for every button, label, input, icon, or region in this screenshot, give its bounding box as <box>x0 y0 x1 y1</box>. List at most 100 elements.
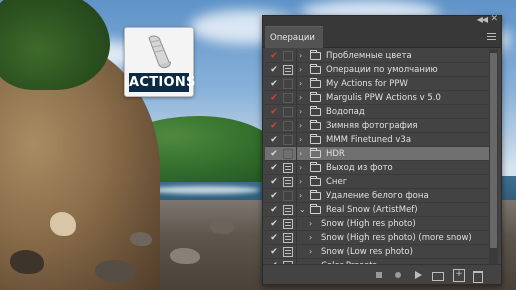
action-set-row[interactable]: ✔ › Водопад <box>265 105 489 119</box>
folder-icon <box>310 64 321 74</box>
toggle-check-icon[interactable]: ✔ <box>269 105 279 119</box>
trash-icon[interactable] <box>471 269 483 283</box>
collapse-icon[interactable]: ◀◀ <box>477 15 488 24</box>
chevron-right-icon[interactable]: › <box>299 49 302 63</box>
dialog-toggle-icon[interactable] <box>283 191 293 201</box>
folder-icon <box>310 134 321 144</box>
action-set-row[interactable]: ✔ › MMM Finetuned v3a <box>265 133 489 147</box>
scrollbar-thumb[interactable] <box>490 53 497 248</box>
action-row[interactable]: ✔ › Snow (High res photo) <box>265 217 489 231</box>
action-set-row[interactable]: ✔ › Зимняя фотография <box>265 119 489 133</box>
action-row[interactable]: ✔ › Snow (Low res photo) <box>265 245 489 259</box>
actions-icon-label: ACTIONS <box>129 73 196 92</box>
scrollbar[interactable] <box>489 49 498 264</box>
tab-actions[interactable]: Операции <box>265 26 323 48</box>
row-label: Snow (High res photo) <box>321 219 416 229</box>
action-set-row[interactable]: ✔ ⌄ Real Snow (ArtistMef) <box>265 203 489 217</box>
action-set-row[interactable]: ✔ › Margulis PPW Actions v 5.0 <box>265 91 489 105</box>
chevron-down-icon[interactable]: ⌄ <box>299 203 306 217</box>
dialog-toggle-icon[interactable] <box>283 219 293 229</box>
chevron-right-icon[interactable]: › <box>309 217 312 231</box>
record-icon[interactable] <box>392 269 404 281</box>
dialog-toggle-icon[interactable] <box>283 121 293 131</box>
dialog-toggle-icon[interactable] <box>283 135 293 145</box>
action-set-row[interactable]: ✔ › Операции по умолчанию <box>265 63 489 77</box>
row-label: Real Snow (ArtistMef) <box>326 205 418 215</box>
action-set-row[interactable]: ✔ › HDR <box>265 147 489 161</box>
panel-menu-icon[interactable] <box>487 33 496 40</box>
toggle-check-icon[interactable]: ✔ <box>269 77 279 91</box>
toggle-check-icon[interactable]: ✔ <box>269 217 279 231</box>
dialog-toggle-icon[interactable] <box>283 205 293 215</box>
actions-app-icon: ACTIONS <box>124 27 196 97</box>
new-action-icon[interactable] <box>452 269 465 282</box>
action-set-row[interactable]: ✔ › Выход из фото <box>265 161 489 175</box>
dialog-toggle-icon[interactable] <box>283 163 293 173</box>
chevron-right-icon[interactable]: › <box>309 231 312 245</box>
column-divider <box>296 175 297 188</box>
column-divider <box>296 161 297 174</box>
dialog-toggle-icon[interactable] <box>283 247 293 257</box>
chevron-right-icon[interactable]: › <box>299 91 302 105</box>
dialog-toggle-icon[interactable] <box>283 65 293 75</box>
toggle-check-icon[interactable]: ✔ <box>269 245 279 259</box>
new-set-folder-icon[interactable] <box>431 269 444 281</box>
toggle-check-icon[interactable]: ✔ <box>269 161 279 175</box>
toggle-check-icon[interactable]: ✔ <box>269 119 279 133</box>
chevron-right-icon[interactable]: › <box>299 63 302 77</box>
toggle-check-icon[interactable]: ✔ <box>269 63 279 77</box>
column-divider <box>296 231 297 244</box>
chevron-right-icon[interactable]: › <box>299 161 302 175</box>
folder-icon <box>310 162 321 172</box>
action-set-row[interactable]: ✔ › Проблемные цвета <box>265 49 489 63</box>
panel-drag-bar[interactable]: ◀◀ ✕ <box>263 14 501 26</box>
chevron-right-icon[interactable]: › <box>309 245 312 259</box>
close-icon[interactable]: ✕ <box>490 14 498 24</box>
toggle-check-icon[interactable]: ✔ <box>269 91 279 105</box>
panel-footer <box>263 264 501 284</box>
folder-icon <box>310 176 321 186</box>
row-label: My Actions for PPW <box>326 79 408 89</box>
row-label: Удаление белого фона <box>326 191 429 201</box>
action-set-row[interactable]: ✔ › Снег <box>265 175 489 189</box>
toggle-check-icon[interactable]: ✔ <box>269 175 279 189</box>
dialog-toggle-icon[interactable] <box>283 51 293 61</box>
column-divider <box>296 217 297 230</box>
folder-icon <box>310 106 321 116</box>
dialog-toggle-icon[interactable] <box>283 93 293 103</box>
column-divider <box>296 189 297 202</box>
toggle-check-icon[interactable]: ✔ <box>269 189 279 203</box>
action-set-row[interactable]: ✔ › Удаление белого фона <box>265 189 489 203</box>
stop-icon[interactable] <box>373 269 385 281</box>
chevron-right-icon[interactable]: › <box>299 133 302 147</box>
play-icon[interactable] <box>412 269 424 281</box>
chevron-right-icon[interactable]: › <box>299 189 302 203</box>
dialog-toggle-icon[interactable] <box>283 149 293 159</box>
row-label: Snow (Low res photo) <box>321 247 413 257</box>
dialog-toggle-icon[interactable] <box>283 177 293 187</box>
dialog-toggle-icon[interactable] <box>283 233 293 243</box>
chevron-right-icon[interactable]: › <box>299 119 302 133</box>
chevron-right-icon[interactable]: › <box>299 175 302 189</box>
action-row[interactable]: ✔ › Snow (High res photo) (more snow) <box>265 231 489 245</box>
toggle-check-icon[interactable]: ✔ <box>269 203 279 217</box>
row-label: Выход из фото <box>326 163 393 173</box>
dialog-toggle-icon[interactable] <box>283 107 293 117</box>
row-label: Снег <box>326 177 348 187</box>
column-divider <box>296 49 297 62</box>
toggle-check-icon[interactable]: ✔ <box>269 147 279 161</box>
action-set-row[interactable]: ✔ › My Actions for PPW <box>265 77 489 91</box>
toggle-check-icon[interactable]: ✔ <box>269 231 279 245</box>
toggle-check-icon[interactable]: ✔ <box>269 133 279 147</box>
chevron-right-icon[interactable]: › <box>299 77 302 91</box>
toggle-check-icon[interactable]: ✔ <box>269 49 279 63</box>
row-label: Зимняя фотография <box>326 121 418 131</box>
column-divider <box>296 105 297 118</box>
folder-icon <box>310 50 321 60</box>
chevron-right-icon[interactable]: › <box>299 105 302 119</box>
column-divider <box>296 147 297 160</box>
scroll-icon <box>148 35 171 69</box>
folder-icon <box>310 78 321 88</box>
dialog-toggle-icon[interactable] <box>283 79 293 89</box>
chevron-right-icon[interactable]: › <box>299 147 302 161</box>
